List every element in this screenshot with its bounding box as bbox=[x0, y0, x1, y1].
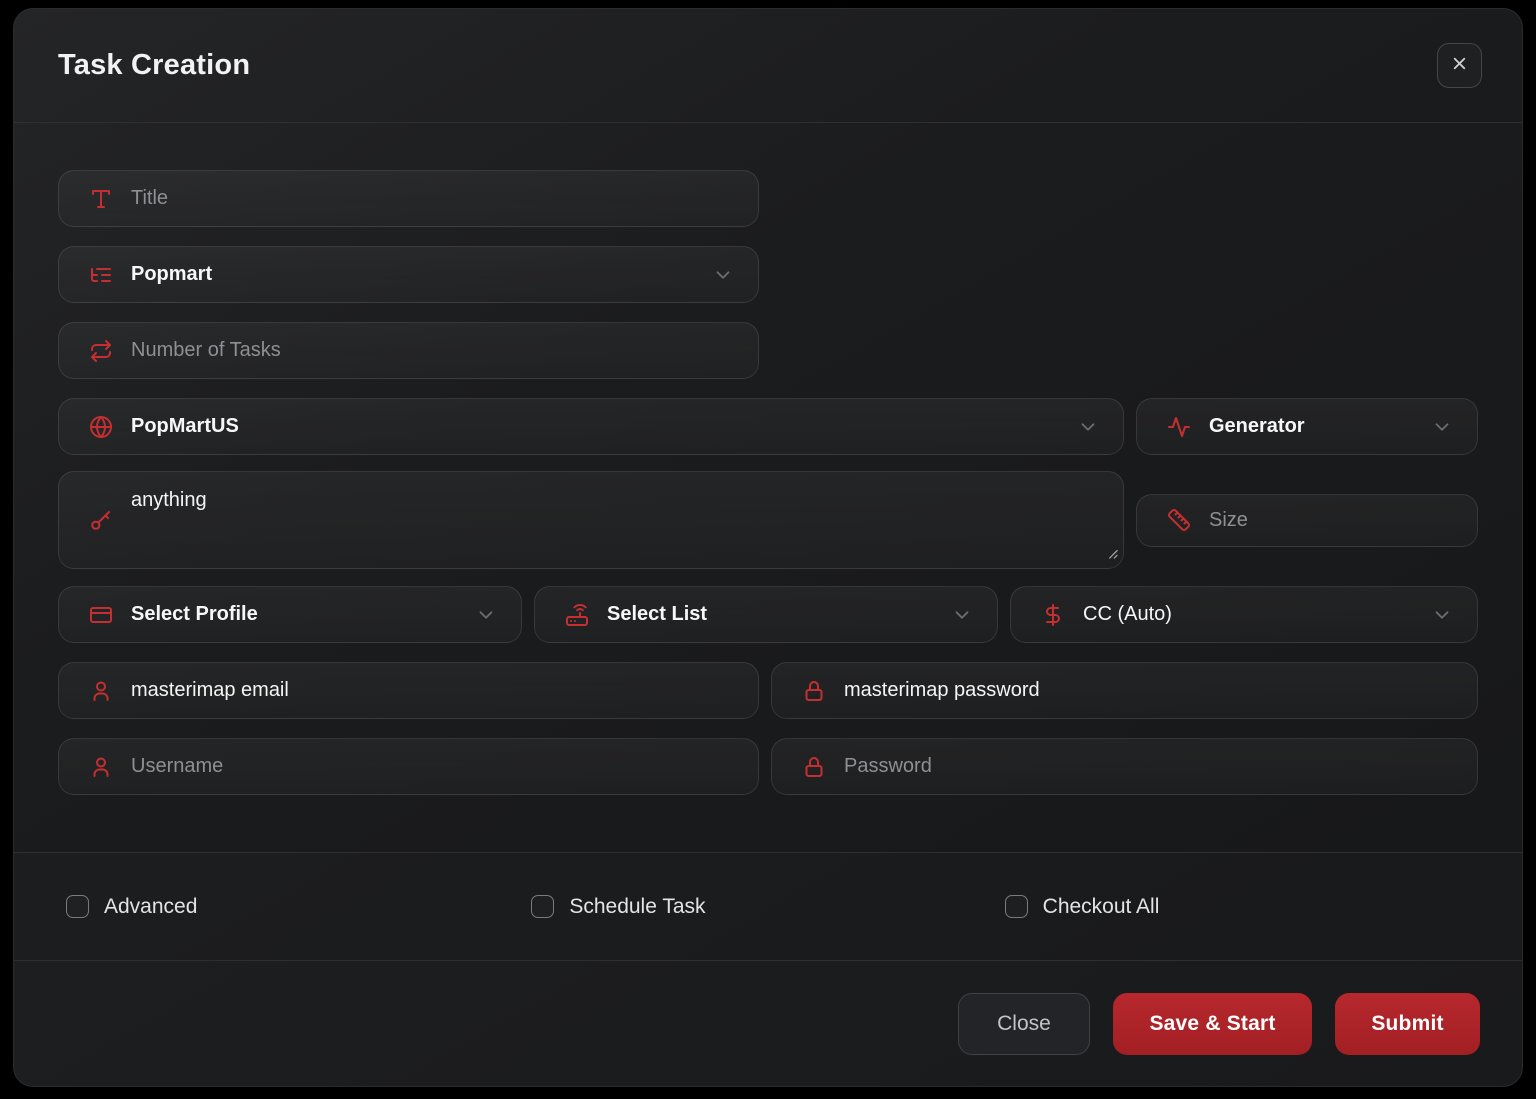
masterimap-password-input[interactable] bbox=[844, 679, 1453, 702]
form-body: Popmart PopMartUS bbox=[14, 123, 1522, 852]
username-input[interactable] bbox=[131, 755, 734, 778]
modal-footer: Close Save & Start Submit bbox=[14, 961, 1522, 1086]
schedule-task-checkbox[interactable] bbox=[531, 895, 554, 918]
chevron-down-icon bbox=[951, 604, 973, 626]
list-select[interactable]: Select List bbox=[534, 586, 998, 643]
masterimap-password-field[interactable] bbox=[771, 662, 1478, 719]
profile-value: Select Profile bbox=[131, 603, 258, 626]
activity-icon bbox=[1167, 415, 1191, 439]
close-icon bbox=[1450, 54, 1469, 78]
advanced-label: Advanced bbox=[104, 895, 197, 919]
site-value: PopMartUS bbox=[131, 415, 239, 438]
lock-icon bbox=[802, 679, 826, 703]
chevron-down-icon bbox=[475, 604, 497, 626]
ruler-icon bbox=[1167, 508, 1191, 532]
key-icon bbox=[89, 508, 113, 532]
mode-value: Generator bbox=[1209, 415, 1305, 438]
options-bar: Advanced Schedule Task Checkout All bbox=[14, 852, 1522, 961]
list-tree-icon bbox=[89, 263, 113, 287]
credit-card-icon bbox=[89, 603, 113, 627]
user-icon bbox=[89, 679, 113, 703]
title-input[interactable] bbox=[131, 187, 734, 210]
resize-handle-icon[interactable] bbox=[1105, 546, 1118, 564]
dollar-icon bbox=[1041, 603, 1065, 627]
size-input[interactable] bbox=[1209, 509, 1474, 532]
platform-select[interactable]: Popmart bbox=[58, 246, 759, 303]
chevron-down-icon bbox=[1431, 416, 1453, 438]
schedule-task-label: Schedule Task bbox=[569, 895, 705, 919]
num-tasks-input[interactable] bbox=[131, 339, 734, 362]
masterimap-email-field[interactable] bbox=[58, 662, 759, 719]
profile-select[interactable]: Select Profile bbox=[58, 586, 522, 643]
password-field[interactable] bbox=[771, 738, 1478, 795]
mode-select[interactable]: Generator bbox=[1136, 398, 1478, 455]
type-icon bbox=[89, 187, 113, 211]
platform-value: Popmart bbox=[131, 263, 212, 286]
chevron-down-icon bbox=[712, 264, 734, 286]
close-button[interactable] bbox=[1437, 43, 1482, 88]
keywords-field[interactable]: anything bbox=[58, 471, 1124, 569]
schedule-task-option: Schedule Task bbox=[531, 895, 1004, 919]
checkout-all-checkbox[interactable] bbox=[1005, 895, 1028, 918]
checkout-all-label: Checkout All bbox=[1043, 895, 1160, 919]
lock-icon bbox=[802, 755, 826, 779]
username-field[interactable] bbox=[58, 738, 759, 795]
globe-icon bbox=[89, 415, 113, 439]
list-value: Select List bbox=[607, 603, 707, 626]
site-select[interactable]: PopMartUS bbox=[58, 398, 1124, 455]
modal-header: Task Creation bbox=[14, 9, 1522, 123]
size-field[interactable] bbox=[1136, 494, 1478, 547]
num-tasks-field[interactable] bbox=[58, 322, 759, 379]
checkout-all-option: Checkout All bbox=[1005, 895, 1478, 919]
submit-button[interactable]: Submit bbox=[1335, 993, 1480, 1055]
advanced-checkbox[interactable] bbox=[66, 895, 89, 918]
save-start-button[interactable]: Save & Start bbox=[1113, 993, 1312, 1055]
close-footer-button[interactable]: Close bbox=[958, 993, 1090, 1055]
cc-value: CC (Auto) bbox=[1083, 603, 1172, 626]
masterimap-email-input[interactable] bbox=[131, 679, 734, 702]
title-field[interactable] bbox=[58, 170, 759, 227]
user-icon bbox=[89, 755, 113, 779]
task-creation-modal: Task Creation Popmart bbox=[13, 8, 1523, 1087]
repeat-icon bbox=[89, 339, 113, 363]
password-input[interactable] bbox=[844, 755, 1453, 778]
router-icon bbox=[565, 603, 589, 627]
advanced-option: Advanced bbox=[58, 895, 531, 919]
keywords-textarea[interactable]: anything bbox=[131, 472, 1099, 568]
cc-select[interactable]: CC (Auto) bbox=[1010, 586, 1478, 643]
chevron-down-icon bbox=[1431, 604, 1453, 626]
page-title: Task Creation bbox=[58, 49, 250, 82]
chevron-down-icon bbox=[1077, 416, 1099, 438]
